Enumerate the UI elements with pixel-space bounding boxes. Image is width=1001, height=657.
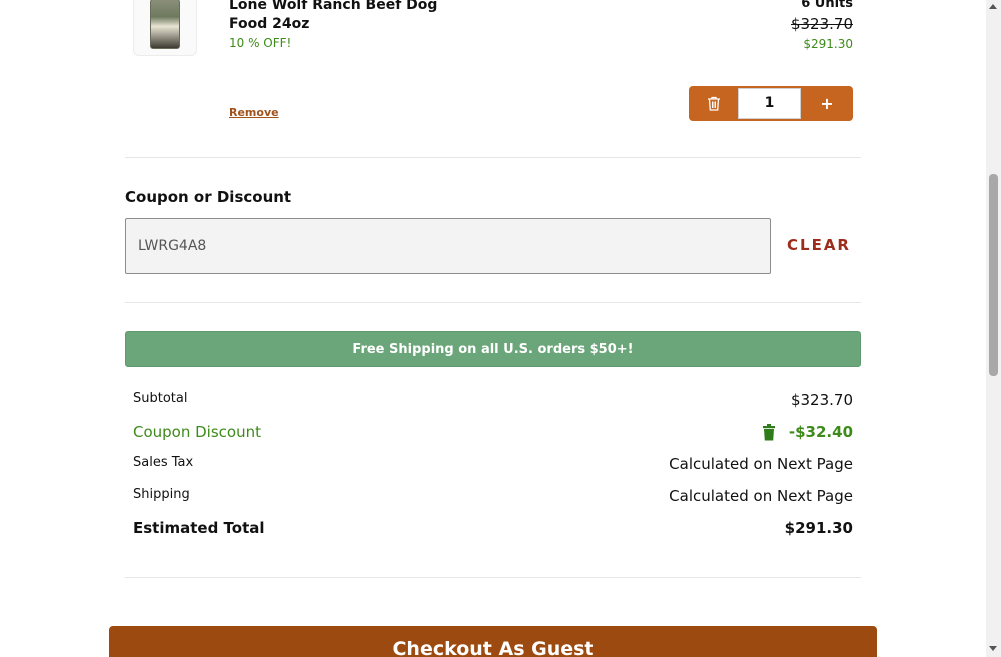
coupon-input[interactable] xyxy=(125,218,771,274)
shipping-label: Shipping xyxy=(133,487,190,502)
scroll-up-arrow-icon[interactable] xyxy=(989,4,997,9)
clear-coupon-button[interactable]: CLEAR xyxy=(787,236,851,254)
free-shipping-text: Free Shipping on all U.S. orders $50+! xyxy=(352,341,634,357)
product-promo-badge: 10 % OFF! xyxy=(229,36,292,50)
product-units: 6 Units xyxy=(801,0,853,11)
remove-item-link[interactable]: Remove xyxy=(229,106,279,119)
free-shipping-banner: Free Shipping on all U.S. orders $50+! xyxy=(125,331,861,367)
product-sale-price: $291.30 xyxy=(803,37,853,51)
divider xyxy=(125,577,861,578)
page-scrollbar[interactable] xyxy=(986,0,1001,657)
product-thumbnail[interactable] xyxy=(133,0,197,56)
estimated-total-label: Estimated Total xyxy=(133,519,265,537)
quantity-input[interactable]: 1 xyxy=(738,88,801,119)
sales-tax-value: Calculated on Next Page xyxy=(669,455,853,473)
product-original-price: $323.70 xyxy=(790,15,853,33)
dog-food-bag-image xyxy=(150,0,180,49)
estimated-total-value: $291.30 xyxy=(784,519,853,537)
quantity-increment-button[interactable]: + xyxy=(801,86,853,121)
shipping-value: Calculated on Next Page xyxy=(669,487,853,505)
divider xyxy=(125,157,861,158)
trash-outline-icon[interactable] xyxy=(689,86,738,121)
coupon-discount-value: -$32.40 xyxy=(788,423,853,441)
coupon-label: Coupon or Discount xyxy=(125,188,292,206)
subtotal-value: $323.70 xyxy=(790,391,853,409)
quantity-stepper: 1 + xyxy=(689,86,853,121)
subtotal-label: Subtotal xyxy=(133,391,188,406)
trash-filled-icon[interactable] xyxy=(763,424,775,445)
checkout-as-guest-button[interactable]: Checkout As Guest xyxy=(109,626,877,657)
coupon-discount-label: Coupon Discount xyxy=(133,423,261,441)
divider xyxy=(125,302,861,303)
product-name[interactable]: Lone Wolf Ranch Beef Dog Food 24oz xyxy=(229,0,449,34)
cart-page: Lone Wolf Ranch Beef Dog Food 24oz 10 % … xyxy=(0,0,986,657)
scroll-down-arrow-icon[interactable] xyxy=(989,646,997,651)
scrollbar-thumb[interactable] xyxy=(989,174,998,376)
sales-tax-label: Sales Tax xyxy=(133,455,194,470)
